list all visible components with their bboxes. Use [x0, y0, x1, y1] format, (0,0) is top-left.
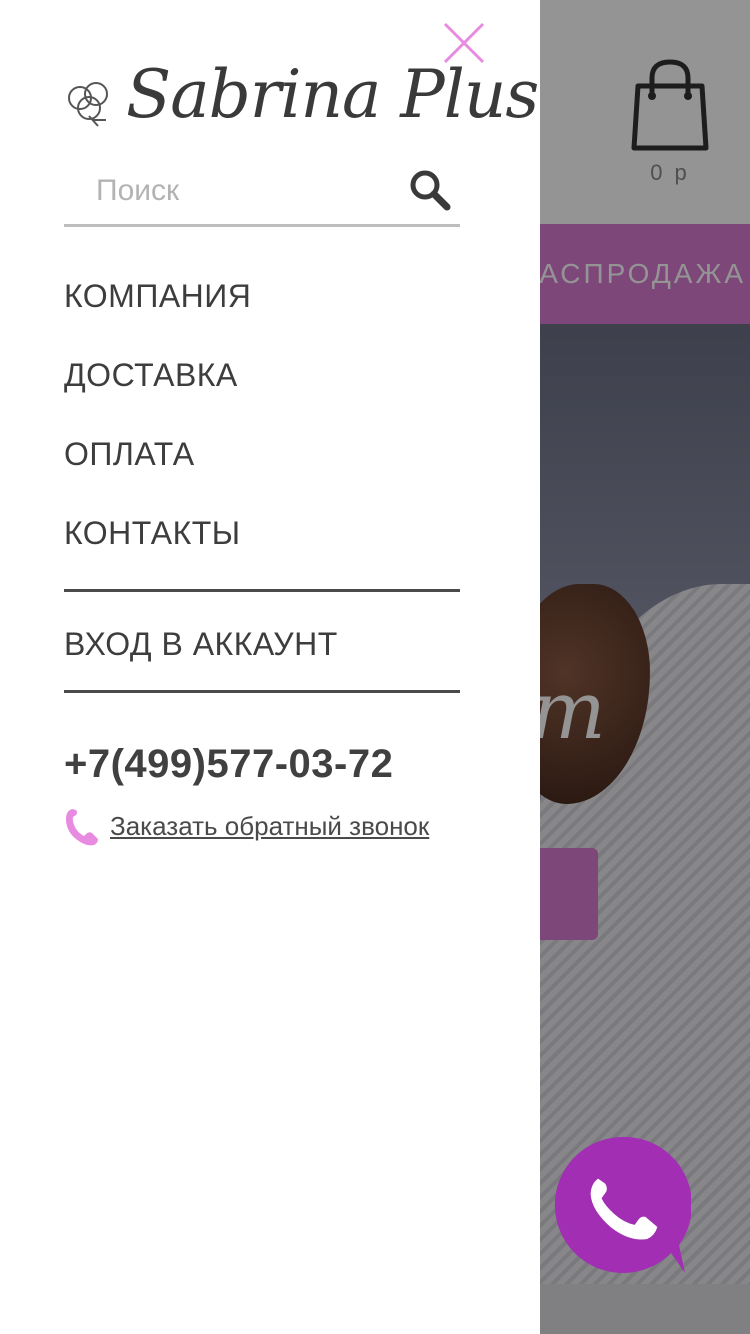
- divider-top: [64, 589, 460, 592]
- search-input[interactable]: [94, 168, 398, 214]
- floating-call-button[interactable]: [551, 1135, 693, 1275]
- callback-link[interactable]: Заказать обратный звонок: [110, 811, 429, 842]
- divider-bottom: [64, 690, 460, 693]
- menu-item-company[interactable]: КОМПАНИЯ: [64, 264, 460, 343]
- search-icon[interactable]: [408, 168, 452, 212]
- main-menu: КОМПАНИЯ ДОСТАВКА ОПЛАТА КОНТАКТЫ: [64, 264, 460, 580]
- menu-item-payment[interactable]: ОПЛАТА: [64, 422, 460, 501]
- account-login-link[interactable]: ВХОД В АККАУНТ: [64, 612, 338, 676]
- phone-handset-icon: [66, 809, 98, 846]
- phone-number[interactable]: +7(499)577-03-72: [64, 742, 393, 787]
- menu-item-delivery[interactable]: ДОСТАВКА: [64, 343, 460, 422]
- logo[interactable]: Sabrina Plus: [62, 56, 539, 142]
- callback-request[interactable]: Заказать обратный звонок: [64, 805, 484, 849]
- search-bar: [64, 160, 460, 227]
- logo-text: Sabrina Plus: [126, 56, 539, 133]
- cotton-flower-icon: [68, 82, 108, 127]
- phone-bubble-icon: [554, 1136, 693, 1273]
- menu-item-contacts[interactable]: КОНТАКТЫ: [64, 501, 460, 580]
- side-menu-drawer: Sabrina Plus КОМПАНИЯ ДОСТАВКА ОПЛАТА КО…: [0, 0, 540, 1334]
